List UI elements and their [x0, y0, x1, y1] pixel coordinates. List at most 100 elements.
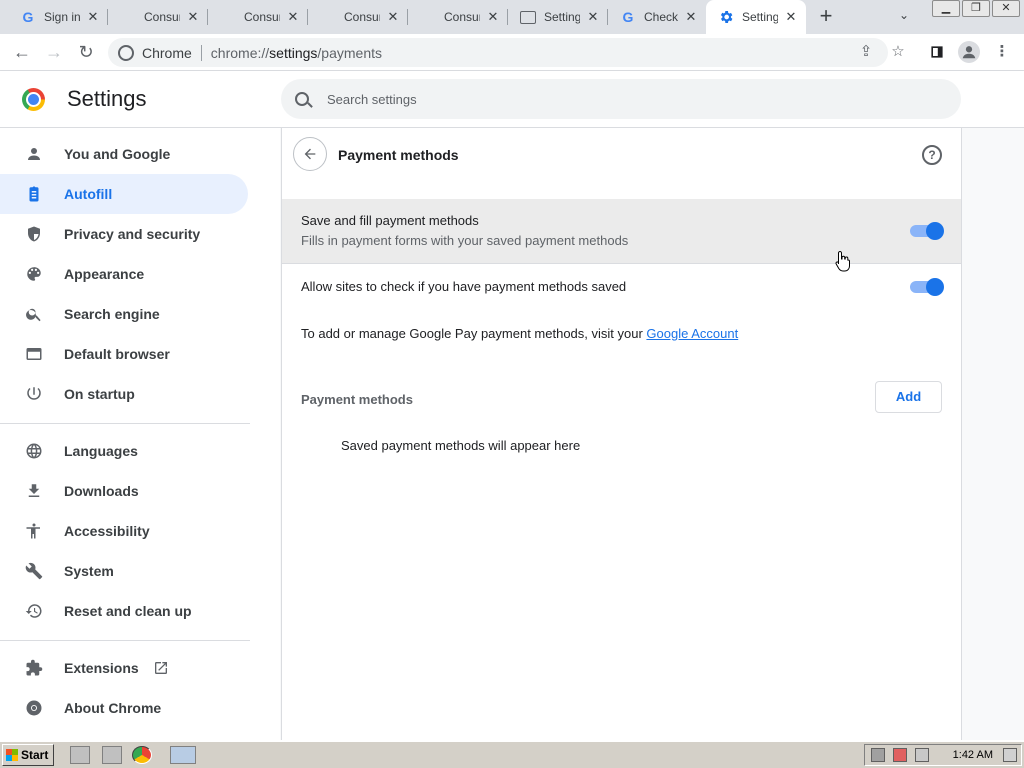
- url-host: settings: [269, 44, 318, 61]
- close-icon[interactable]: ✕: [186, 10, 200, 24]
- close-icon[interactable]: ✕: [486, 10, 500, 24]
- back-arrow-icon[interactable]: ←: [10, 41, 34, 65]
- close-icon[interactable]: ✕: [684, 10, 698, 24]
- chrome-logo-icon: [22, 88, 45, 111]
- sidebar-item-search-engine[interactable]: Search engine: [0, 294, 248, 334]
- hand-cursor-icon: [835, 250, 850, 272]
- puzzle-icon: [24, 658, 44, 678]
- omnibox-divider: [200, 44, 202, 61]
- sidebar-item-accessibility[interactable]: Accessibility: [0, 511, 248, 551]
- google-pay-info: To add or manage Google Pay payment meth…: [301, 326, 738, 341]
- open-in-new-icon: [153, 660, 169, 676]
- sidebar-item-label: Reset and clean up: [64, 603, 192, 619]
- volume-icon[interactable]: [915, 748, 929, 762]
- sidebar-item-appearance[interactable]: Appearance: [0, 254, 248, 294]
- settings-search-input[interactable]: Search settings: [281, 79, 961, 119]
- sidebar-item-you-and-google[interactable]: You and Google: [0, 134, 248, 174]
- sidebar-item-autofill[interactable]: Autofill: [0, 174, 248, 214]
- sidebar-item-system[interactable]: System: [0, 551, 248, 591]
- tab-consumer-3[interactable]: Consum ✕: [308, 0, 408, 34]
- close-icon[interactable]: ✕: [586, 10, 600, 24]
- tab-check[interactable]: G Check ✕: [608, 0, 706, 34]
- tab-consumer-1[interactable]: Consum ✕: [108, 0, 208, 34]
- sidebar-divider: [0, 640, 250, 641]
- history-icon: [24, 601, 44, 621]
- close-icon[interactable]: ✕: [784, 10, 798, 24]
- save-fill-row[interactable]: [282, 199, 961, 263]
- sidebar-item-label: On startup: [64, 386, 135, 402]
- site-name: Chrome: [142, 44, 192, 61]
- forward-arrow-icon[interactable]: →: [42, 41, 66, 65]
- page-title: Settings: [67, 86, 147, 111]
- sidebar-item-downloads[interactable]: Downloads: [0, 471, 248, 511]
- browser-window-icon: [24, 344, 44, 364]
- tab-label: Consum: [344, 10, 380, 24]
- sidebar-item-label: Languages: [64, 443, 138, 459]
- sidebar-divider: [0, 423, 250, 424]
- sidebar-item-extensions[interactable]: Extensions: [0, 648, 248, 688]
- close-icon[interactable]: ✕: [386, 10, 400, 24]
- tab-label: Sign in: [44, 10, 80, 24]
- sidebar-item-about-chrome[interactable]: About Chrome: [0, 688, 248, 728]
- help-icon[interactable]: ?: [922, 145, 942, 165]
- tab-search-chevron-icon[interactable]: ⌄: [894, 8, 914, 26]
- sidebar-item-label: Default browser: [64, 346, 170, 362]
- more-menu-icon[interactable]: ⋮: [992, 42, 1012, 62]
- side-panel-icon[interactable]: [927, 42, 947, 62]
- close-icon[interactable]: ✕: [86, 10, 100, 24]
- chrome-site-icon[interactable]: [118, 44, 134, 61]
- close-window-button[interactable]: ✕: [992, 0, 1020, 17]
- allow-sites-title: Allow sites to check if you have payment…: [301, 279, 627, 294]
- tab-consumer-2[interactable]: Consum ✕: [208, 0, 308, 34]
- search-icon: [295, 92, 309, 106]
- google-g-icon: G: [22, 9, 34, 25]
- tab-settings-active[interactable]: Setting ✕: [706, 0, 806, 34]
- empty-state-text: Saved payment methods will appear here: [341, 438, 581, 453]
- microsoft-logo-icon: [120, 9, 136, 25]
- sidebar-item-reset-and-clean-up[interactable]: Reset and clean up: [0, 591, 248, 631]
- tab-sign-in[interactable]: G Sign in ✕: [8, 0, 108, 34]
- microsoft-logo-icon: [220, 9, 236, 25]
- sidebar-item-default-browser[interactable]: Default browser: [0, 334, 248, 374]
- tab-settings-page[interactable]: Setting ✕: [508, 0, 608, 34]
- save-fill-subtitle: Fills in payment forms with your saved p…: [301, 233, 629, 248]
- security-tray-icon[interactable]: [893, 748, 907, 762]
- allow-sites-toggle[interactable]: [910, 278, 944, 296]
- address-bar[interactable]: Chrome chrome://settings/payments: [108, 38, 888, 67]
- tab-label: Consum: [244, 10, 280, 24]
- start-button[interactable]: Start: [2, 744, 54, 766]
- network-tray-icon[interactable]: [871, 748, 885, 762]
- tab-consumer-4[interactable]: Consum ✕: [408, 0, 508, 34]
- start-label: Start: [21, 748, 49, 762]
- reload-icon[interactable]: ↻: [74, 41, 98, 65]
- tab-strip: G Sign in ✕ Consum ✕ Consum ✕ Consum ✕ C…: [0, 0, 1024, 34]
- new-tab-button[interactable]: +: [814, 5, 838, 28]
- sidebar-item-on-startup[interactable]: On startup: [0, 374, 248, 414]
- explorer-quicklaunch-icon[interactable]: [70, 746, 90, 764]
- media-player-quicklaunch-icon[interactable]: [102, 746, 122, 764]
- windows-flag-icon: [6, 749, 18, 761]
- save-fill-toggle[interactable]: [910, 222, 944, 240]
- back-button[interactable]: [293, 137, 327, 171]
- sidebar-item-label: System: [64, 563, 114, 579]
- sidebar-item-label: Privacy and security: [64, 226, 201, 242]
- show-desktop-icon[interactable]: [1003, 748, 1017, 762]
- remote-desktop-taskbar-icon[interactable]: [170, 746, 196, 764]
- minimize-button[interactable]: ▁: [932, 0, 960, 17]
- chrome-icon: [24, 698, 44, 718]
- toggle-knob: [926, 222, 944, 240]
- restore-button[interactable]: ❐: [962, 0, 990, 17]
- search-icon: [24, 304, 44, 324]
- add-payment-method-button[interactable]: Add: [875, 381, 942, 413]
- share-icon[interactable]: ⇪: [856, 42, 876, 62]
- google-account-link[interactable]: Google Account: [646, 326, 738, 341]
- profile-avatar-icon[interactable]: [958, 41, 980, 63]
- close-icon[interactable]: ✕: [286, 10, 300, 24]
- bookmark-star-icon[interactable]: ☆: [888, 42, 908, 62]
- chrome-taskbar-icon[interactable]: [132, 746, 152, 764]
- window-controls: ▁ ❐ ✕: [932, 0, 1020, 17]
- sidebar-item-label: Appearance: [64, 266, 145, 282]
- url-path: /payments: [317, 44, 382, 61]
- sidebar-item-privacy-and-security[interactable]: Privacy and security: [0, 214, 248, 254]
- sidebar-item-languages[interactable]: Languages: [0, 431, 248, 471]
